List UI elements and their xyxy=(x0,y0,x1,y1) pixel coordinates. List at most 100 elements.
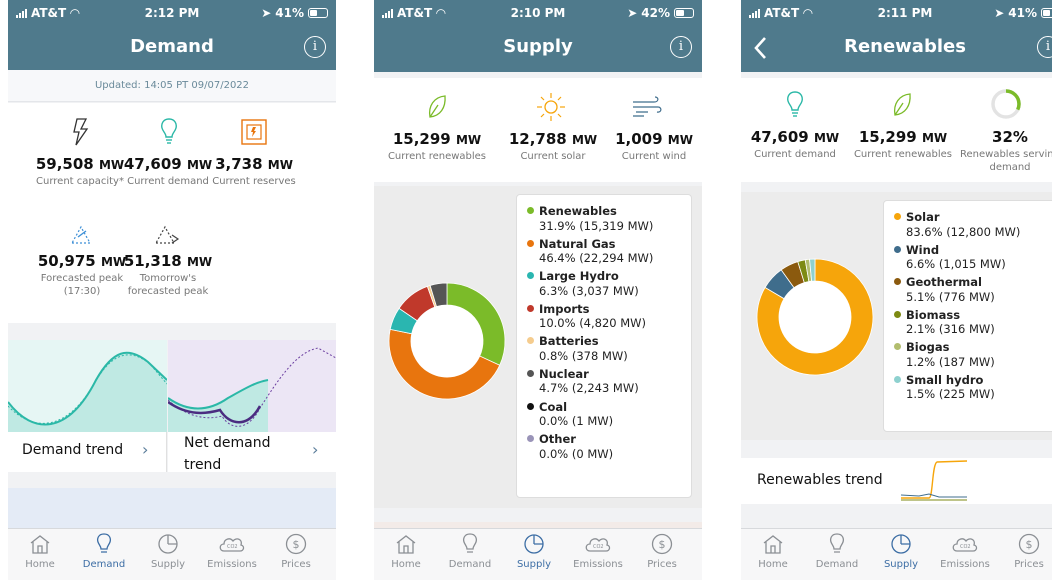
tab-demand[interactable]: Demand xyxy=(438,533,502,570)
renewables-stats-card: 47,609 MW Current demand 15,299 MW Curre… xyxy=(741,78,1052,182)
home-icon xyxy=(30,535,50,554)
cloud-co2-icon: CO2 xyxy=(585,538,611,552)
tab-emissions[interactable]: CO2 Emissions xyxy=(933,533,997,570)
home-icon xyxy=(763,535,783,554)
tab-home[interactable]: Home xyxy=(741,533,805,570)
renewables-trend-label: Renewables trend xyxy=(757,472,883,488)
supply-stats-card: 15,299 MW Current renewables 12,788 MW C… xyxy=(374,78,702,182)
legend-swatch xyxy=(894,245,901,253)
legend-item: Coal 0.0% (1 MW) xyxy=(527,400,681,429)
supply-legend: Renewables 31.9% (15,319 MW) Natural Gas 46… xyxy=(516,194,692,498)
battery-icon xyxy=(1041,8,1052,18)
legend-name: Biomass xyxy=(906,307,961,322)
status-bar: AT&T ◠ 2:11 PM ➤ 41% xyxy=(741,0,1052,26)
tab-supply[interactable]: Supply xyxy=(136,533,200,570)
tab-demand[interactable]: Demand xyxy=(805,533,869,570)
legend-item: Large Hydro 6.3% (3,037 MW) xyxy=(527,269,681,298)
renewables-trend-row[interactable]: Renewables trend › xyxy=(741,458,1052,504)
legend-swatch xyxy=(894,278,901,286)
tab-home[interactable]: Home xyxy=(8,533,72,570)
net-demand-trend-card[interactable]: Net demand trend › xyxy=(168,340,336,473)
legend-detail: 0.8% (378 MW) xyxy=(539,348,628,363)
lightbulb-icon xyxy=(97,533,111,553)
status-bar: AT&T ◠ 2:12 PM ➤ 41% xyxy=(8,0,336,26)
legend-item: Natural Gas 46.4% (22,294 MW) xyxy=(527,237,681,266)
legend-item: Batteries 0.8% (378 MW) xyxy=(527,334,681,363)
tab-emissions[interactable]: CO2 Emissions xyxy=(200,533,264,570)
svg-text:$: $ xyxy=(1026,538,1033,551)
placeholder-card xyxy=(8,488,336,528)
legend-item: Small hydro 1.5% (225 MW) xyxy=(894,373,1052,402)
stat-current-renewables: 15,299 MW Current renewables xyxy=(387,130,487,162)
tab-prices[interactable]: $ Prices xyxy=(264,533,328,570)
legend-swatch xyxy=(527,239,534,247)
legend-name: Large Hydro xyxy=(539,269,619,284)
legend-name: Wind xyxy=(906,242,940,257)
dollar-icon: $ xyxy=(285,533,307,555)
tab-emissions[interactable]: CO2 Emissions xyxy=(566,533,630,570)
wind-icon xyxy=(633,96,662,117)
renewables-trend-sparkline xyxy=(900,460,968,501)
legend-swatch xyxy=(527,369,534,377)
pie-chart-icon xyxy=(524,534,544,554)
renewables-chart-panel: Solar 83.6% (12,800 MW) Wind 6.6% (1,015 MW… xyxy=(741,192,1052,440)
sun-icon xyxy=(537,93,565,121)
home-icon xyxy=(396,535,416,554)
tab-demand[interactable]: Demand xyxy=(72,533,136,570)
legend-name: Nuclear xyxy=(539,366,589,381)
info-icon[interactable]: i xyxy=(670,36,692,58)
svg-text:$: $ xyxy=(293,538,300,551)
stat-current-renewables: 15,299 MW Current renewables xyxy=(853,128,953,160)
legend-swatch xyxy=(894,213,901,220)
legend-swatch xyxy=(527,337,534,345)
legend-swatch xyxy=(527,402,534,410)
battery-icon xyxy=(674,8,694,18)
donut-hole xyxy=(779,281,851,353)
dollar-icon: $ xyxy=(651,533,673,555)
tab-prices[interactable]: $ Prices xyxy=(997,533,1052,570)
tab-supply[interactable]: Supply xyxy=(869,533,933,570)
tomorrow-peak-icon xyxy=(154,225,180,244)
tab-supply[interactable]: Supply xyxy=(502,533,566,570)
svg-text:CO2: CO2 xyxy=(960,544,971,550)
info-icon[interactable]: i xyxy=(304,36,326,58)
stat-tomorrow-peak: 51,318 MW Tomorrow's forecasted peak xyxy=(123,252,213,297)
lightbulb-icon xyxy=(830,533,844,553)
tab-prices[interactable]: $ Prices xyxy=(630,533,694,570)
legend-swatch xyxy=(527,304,534,312)
renewables-donut-chart xyxy=(756,258,874,376)
location-icon: ➤ xyxy=(627,6,638,20)
svg-text:CO2: CO2 xyxy=(593,544,604,550)
legend-detail: 0.0% (0 MW) xyxy=(539,446,614,461)
demand-screen: AT&T ◠ 2:12 PM ➤ 41% Demand i Updated: 14:… xyxy=(8,0,336,580)
cloud-co2-icon: CO2 xyxy=(219,538,245,552)
forecast-peak-icon xyxy=(70,225,92,244)
page-title: Demand xyxy=(130,36,214,57)
legend-item: Biogas 1.2% (187 MW) xyxy=(894,340,1052,369)
status-bar: AT&T ◠ 2:10 PM ➤ 42% xyxy=(374,0,702,26)
nav-bar: Supply i xyxy=(374,26,702,72)
legend-name: Renewables xyxy=(539,204,617,218)
cloud-co2-icon: CO2 xyxy=(952,538,978,552)
tab-bar: Home Demand Supply CO2 Emissions $ Prices xyxy=(374,528,702,580)
legend-swatch xyxy=(894,310,901,318)
tab-home[interactable]: Home xyxy=(374,533,438,570)
tab-bar: Home Demand Supply CO2 Emissions $ Prices xyxy=(741,528,1052,580)
lightning-icon xyxy=(73,118,89,146)
supply-screen: AT&T ◠ 2:10 PM ➤ 42% Supply i 15,299 MW Cu… xyxy=(374,0,702,580)
demand-trend-sparkline xyxy=(8,340,167,432)
renewables-legend: Solar 83.6% (12,800 MW) Wind 6.6% (1,015 MW… xyxy=(883,200,1052,432)
demand-trend-card[interactable]: Demand trend › xyxy=(8,340,167,472)
legend-detail: 2.1% (316 MW) xyxy=(906,322,995,337)
legend-detail: 1.5% (225 MW) xyxy=(906,387,995,402)
stat-forecasted-peak: 50,975 MW Forecasted peak (17:30) xyxy=(37,252,127,297)
nav-bar: Renewables i xyxy=(741,26,1052,72)
stat-current-demand: 47,609 MW Current demand xyxy=(750,128,840,160)
info-icon[interactable]: i xyxy=(1037,36,1052,58)
battery-icon xyxy=(308,8,328,18)
legend-name: Batteries xyxy=(539,334,599,349)
svg-text:CO2: CO2 xyxy=(227,544,238,550)
page-title: Supply xyxy=(503,36,573,57)
leaf-icon xyxy=(893,93,911,116)
legend-swatch xyxy=(527,207,534,214)
